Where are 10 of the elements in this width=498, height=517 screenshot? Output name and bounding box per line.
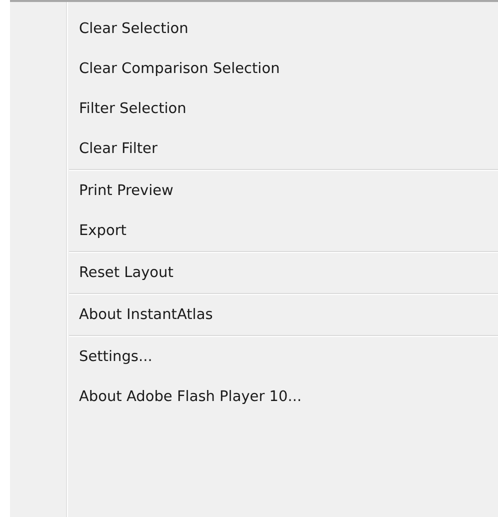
menu-item[interactable]: Filter Selection bbox=[79, 101, 186, 117]
menu-item[interactable]: About InstantAtlas bbox=[79, 307, 213, 323]
menu-item[interactable]: About Adobe Flash Player 10... bbox=[79, 389, 302, 405]
menu-item[interactable]: Export bbox=[79, 223, 126, 239]
menu-item[interactable]: Clear Filter bbox=[79, 141, 158, 157]
menu-item[interactable]: Clear Selection bbox=[79, 21, 188, 37]
menu-item[interactable]: Reset Layout bbox=[79, 265, 174, 281]
menu-item[interactable]: Print Preview bbox=[79, 183, 174, 199]
menu-item[interactable]: Settings... bbox=[79, 349, 152, 365]
menu-item[interactable]: Clear Comparison Selection bbox=[79, 61, 280, 77]
